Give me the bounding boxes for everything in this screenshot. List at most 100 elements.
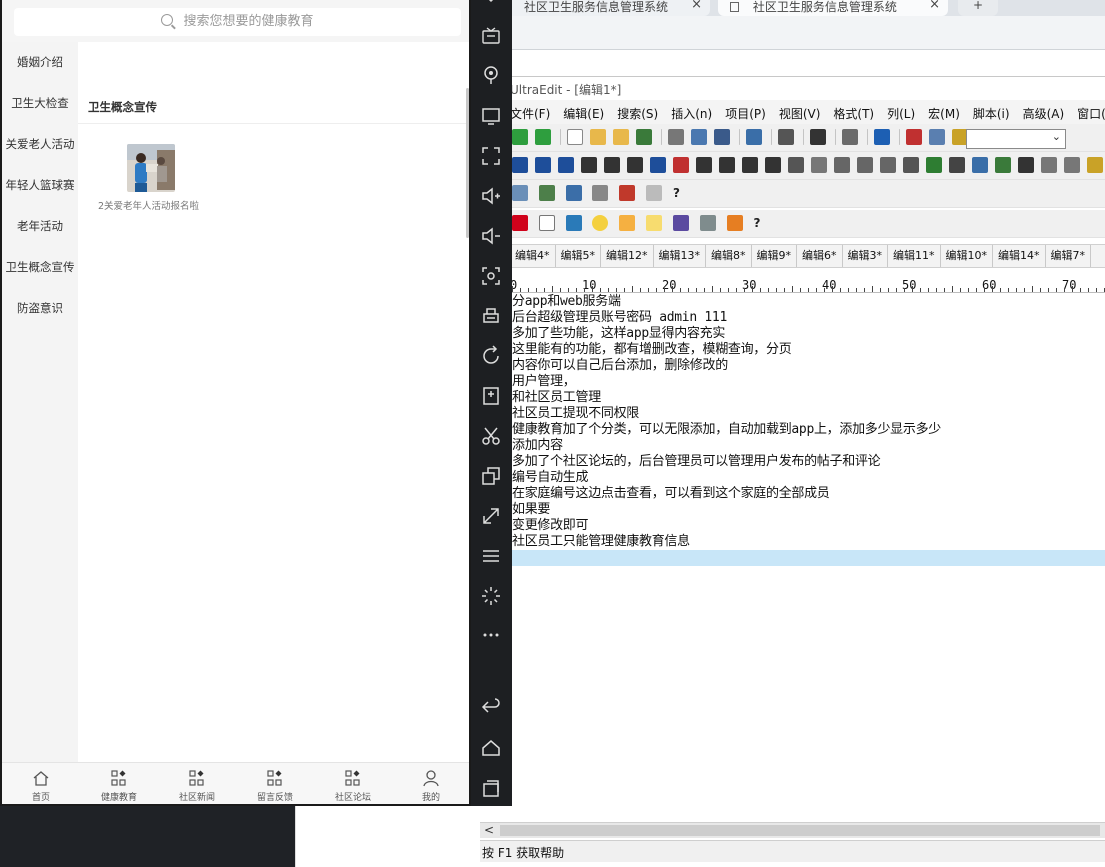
- close-icon[interactable]: ×: [929, 0, 940, 12]
- toolbar-button-icon[interactable]: [613, 129, 629, 145]
- menu-item[interactable]: 搜索(S): [617, 107, 658, 121]
- more-icon[interactable]: [479, 623, 503, 647]
- resize-icon[interactable]: [479, 504, 503, 528]
- keyboard-icon[interactable]: [479, 24, 503, 48]
- text-line[interactable]: 添加内容: [512, 438, 563, 454]
- menu-icon[interactable]: [479, 544, 503, 568]
- toolbar-button-icon[interactable]: [765, 157, 781, 173]
- toolbar-button-icon[interactable]: [691, 129, 707, 145]
- toolbar-button-icon[interactable]: [535, 157, 551, 173]
- toolbar-button-icon[interactable]: [714, 129, 730, 145]
- link-icon[interactable]: [699, 215, 716, 231]
- toolbar-button-icon[interactable]: [880, 157, 896, 173]
- tab-item[interactable]: 我的: [392, 763, 469, 804]
- toolbar-button-icon[interactable]: [742, 157, 758, 173]
- menu-item[interactable]: 视图(V): [779, 107, 821, 121]
- toolbar-button-icon[interactable]: [995, 157, 1011, 173]
- menu-item[interactable]: 列(L): [887, 107, 915, 121]
- text-line[interactable]: 和社区员工管理: [512, 390, 601, 406]
- article-thumbnail[interactable]: [127, 144, 175, 192]
- toolbar-button-icon[interactable]: [604, 157, 620, 173]
- menu-item[interactable]: 插入(n): [671, 107, 712, 121]
- toolbar-button-icon[interactable]: [650, 157, 666, 173]
- menu-item[interactable]: 脚本(i): [973, 107, 1010, 121]
- cut-icon[interactable]: [479, 424, 503, 448]
- text-line[interactable]: 社区员工只能管理健康教育信息: [512, 534, 690, 550]
- toolbar-button-icon[interactable]: [581, 157, 597, 173]
- menu-item[interactable]: 项目(P): [725, 107, 766, 121]
- toolbar-button-icon[interactable]: [929, 129, 945, 145]
- text-editor[interactable]: 分app和web服务端 后台超级管理员账号密码 admin 111 多加了些功能，这…: [470, 294, 1105, 820]
- document-tab[interactable]: 编辑14*: [993, 245, 1046, 267]
- text-line[interactable]: 社区员工提现不同权限: [512, 406, 639, 422]
- toolbar-button-icon[interactable]: [811, 157, 827, 173]
- tab-item[interactable]: 留言反馈: [236, 763, 314, 804]
- toolbar-button-icon[interactable]: [512, 157, 528, 173]
- document-tab[interactable]: 编辑11*: [888, 245, 941, 267]
- text-line[interactable]: 这里能有的功能，都有增删改查，模糊查询，分页: [512, 342, 792, 358]
- text-line[interactable]: 分app和web服务端: [512, 294, 621, 310]
- toolbar-button-icon[interactable]: [788, 157, 804, 173]
- category-item[interactable]: 婚姻介绍: [2, 42, 78, 83]
- category-item[interactable]: 老年活动: [2, 206, 78, 247]
- document-tab[interactable]: 编辑9*: [752, 245, 797, 267]
- web-icon[interactable]: [565, 215, 582, 231]
- php-icon[interactable]: [672, 215, 689, 231]
- note-icon[interactable]: [619, 215, 636, 231]
- location-icon[interactable]: [479, 63, 503, 87]
- browser-tab[interactable]: 社区卫生服务信息管理系统 ×: [718, 0, 948, 16]
- document-icon[interactable]: [646, 185, 663, 201]
- tab-item[interactable]: 社区论坛: [314, 763, 392, 804]
- loading-icon[interactable]: [479, 584, 503, 608]
- toolbar-button-icon[interactable]: [636, 129, 652, 145]
- check-icon[interactable]: [538, 185, 555, 201]
- toolbar-button-icon[interactable]: [834, 157, 850, 173]
- screen-icon[interactable]: [479, 104, 503, 128]
- new-tab-button[interactable]: +: [958, 0, 998, 16]
- text-line[interactable]: 如果要: [512, 502, 550, 518]
- text-line[interactable]: 变更修改即可: [512, 518, 589, 534]
- document-tab[interactable]: 编辑3*: [843, 245, 888, 267]
- document-tab[interactable]: 编辑6*: [797, 245, 843, 267]
- scrollbar-thumb[interactable]: [500, 825, 1100, 836]
- collapse-icon[interactable]: [479, 0, 503, 10]
- tab-item[interactable]: 健康教育: [80, 763, 158, 804]
- help-icon[interactable]: ?: [753, 216, 760, 230]
- document-tab[interactable]: 编辑5*: [556, 245, 601, 267]
- category-item[interactable]: 年轻人篮球赛: [2, 165, 78, 206]
- rotate-icon[interactable]: [479, 344, 503, 368]
- text-line[interactable]: 在家庭编号这边点击查看，可以看到这个家庭的全部成员: [512, 486, 830, 502]
- text-line[interactable]: 多加了些功能，这样app显得内容充实: [512, 326, 725, 342]
- apk-install-icon[interactable]: [479, 384, 503, 408]
- category-item[interactable]: 关爱老人活动: [2, 124, 78, 165]
- yahoo-icon[interactable]: [512, 215, 528, 231]
- toolbar-button-icon[interactable]: [1041, 157, 1057, 173]
- copy-icon[interactable]: [512, 185, 528, 201]
- volume-up-icon[interactable]: [479, 184, 503, 208]
- toolbar-button-icon[interactable]: [558, 157, 574, 173]
- recent-apps-icon[interactable]: [479, 776, 503, 800]
- document-tab[interactable]: 编辑7*: [1046, 245, 1091, 267]
- document-tab[interactable]: 编辑4*: [510, 245, 556, 267]
- article-caption[interactable]: 2关爱老年人活动报名啦: [98, 198, 199, 212]
- toolbar-button-icon[interactable]: [567, 129, 583, 145]
- bulb-icon[interactable]: [592, 215, 609, 231]
- menu-item[interactable]: 高级(A): [1023, 107, 1065, 121]
- back-icon[interactable]: [479, 695, 503, 719]
- category-item[interactable]: 卫生大检查: [2, 83, 78, 124]
- grid-icon[interactable]: [592, 185, 609, 201]
- document-tab[interactable]: 编辑10*: [941, 245, 993, 267]
- volume-down-icon[interactable]: [479, 224, 503, 248]
- toolbar-button-icon[interactable]: [903, 157, 919, 173]
- toolbar-button-icon[interactable]: [926, 157, 942, 173]
- document-tab[interactable]: 编辑13*: [654, 245, 706, 267]
- text-line[interactable]: 编号自动生成: [512, 470, 589, 486]
- tools-icon[interactable]: [619, 185, 636, 201]
- toolbar-button-icon[interactable]: [590, 129, 606, 145]
- n-icon[interactable]: [646, 215, 663, 231]
- menu-item[interactable]: 文件(F): [510, 107, 550, 121]
- menu-item[interactable]: 窗口(V: [1077, 107, 1105, 121]
- text-line[interactable]: 用户管理，: [512, 374, 576, 390]
- text-line[interactable]: 健康教育加了个分类，可以无限添加，自动加载到app上，添加多少显示多少: [512, 422, 941, 438]
- toolbar-button-icon[interactable]: [810, 129, 826, 145]
